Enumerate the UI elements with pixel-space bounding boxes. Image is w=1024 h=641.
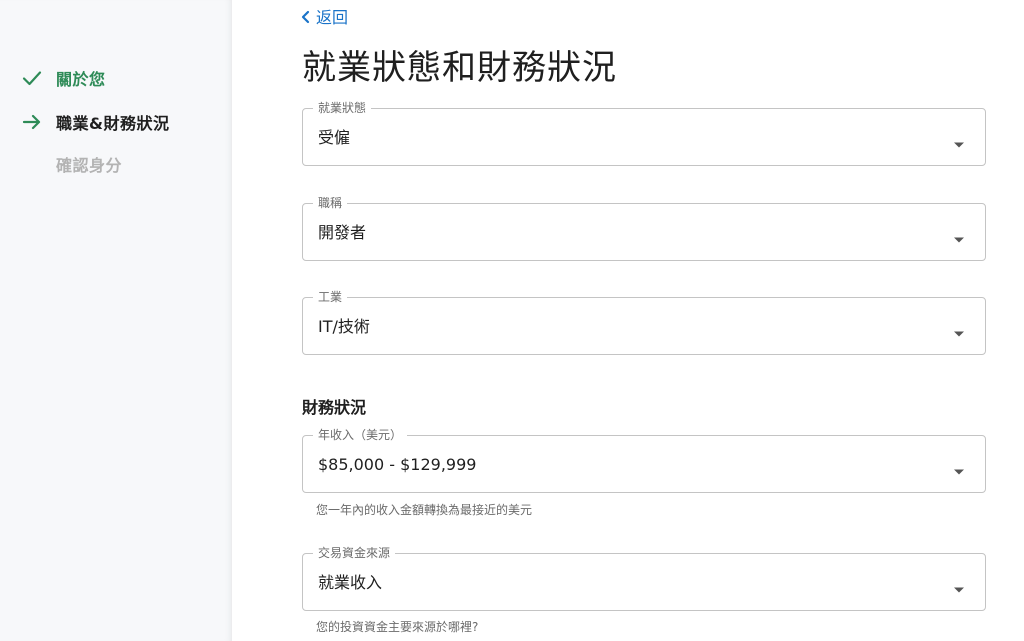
employment-status-select[interactable]: 就業狀態 受僱 <box>302 101 986 166</box>
field-value: IT/技術 <box>318 317 370 336</box>
step-label: 職業&財務狀況 <box>56 114 170 133</box>
field-value: 開發者 <box>318 223 367 242</box>
page-title: 就業狀態和財務狀況 <box>302 48 617 88</box>
field-label: 年收入（美元） <box>313 428 408 442</box>
back-label: 返回 <box>316 8 349 27</box>
funds-source-select[interactable]: 交易資金來源 就業收入 <box>302 546 986 611</box>
field-value: $85,000 - $129,999 <box>318 455 477 474</box>
field-label: 就業狀態 <box>313 101 372 115</box>
arrow-right-icon <box>22 112 42 132</box>
field-label: 職稱 <box>313 196 348 210</box>
caret-down-icon <box>953 323 965 337</box>
job-title-select[interactable]: 職稱 開發者 <box>302 196 986 261</box>
field-value: 受僱 <box>318 128 351 147</box>
caret-down-icon <box>953 461 965 475</box>
step-label: 關於您 <box>56 70 106 89</box>
annual-income-helper: 您一年內的收入金額轉換為最接近的美元 <box>316 503 533 517</box>
step-verify-identity: 確認身分 <box>22 152 122 176</box>
funds-source-helper: 您的投資資金主要來源於哪裡? <box>316 620 479 634</box>
financial-section-title: 財務狀況 <box>302 398 367 417</box>
industry-select[interactable]: 工業 IT/技術 <box>302 290 986 355</box>
field-label: 工業 <box>313 290 348 304</box>
caret-down-icon <box>953 134 965 148</box>
progress-sidebar: 關於您 職業&財務狀況 確認身分 <box>0 0 232 641</box>
caret-down-icon <box>953 579 965 593</box>
caret-down-icon <box>953 229 965 243</box>
back-link[interactable]: 返回 <box>300 4 348 28</box>
field-value: 就業收入 <box>318 573 383 592</box>
step-label: 確認身分 <box>56 156 123 175</box>
checkmark-icon <box>22 68 42 88</box>
field-label: 交易資金來源 <box>313 546 396 560</box>
annual-income-select[interactable]: 年收入（美元） $85,000 - $129,999 <box>302 428 986 493</box>
step-about-you[interactable]: 關於您 <box>22 66 106 90</box>
chevron-left-icon <box>300 9 312 24</box>
step-employment-finance[interactable]: 職業&財務狀況 <box>22 110 169 134</box>
